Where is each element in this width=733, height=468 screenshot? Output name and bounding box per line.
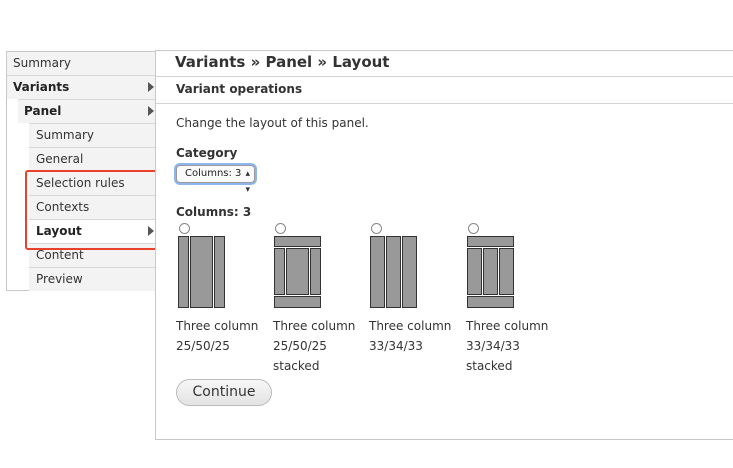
sidebar-item-summary[interactable]: Summary bbox=[7, 52, 156, 75]
layout-radio-25-50-25[interactable] bbox=[179, 223, 190, 234]
sidebar-item-preview[interactable]: Preview bbox=[29, 268, 156, 291]
category-select[interactable]: Columns: 3 ▴ ▾ bbox=[176, 165, 255, 195]
layout-option-label: Three column 33/34/33 bbox=[369, 319, 452, 353]
three-column-25-50-25-stacked-icon[interactable] bbox=[274, 236, 321, 308]
layout-option-label: Three column 25/50/25 stacked bbox=[273, 319, 356, 373]
category-select-value: Columns: 3 bbox=[185, 168, 242, 179]
layout-radio-33-34-33-stacked[interactable] bbox=[468, 223, 479, 234]
layout-radio-33-34-33[interactable] bbox=[371, 223, 382, 234]
sidebar-item-general[interactable]: General bbox=[29, 148, 156, 171]
divider bbox=[156, 76, 733, 77]
layout-option-label: Three column 33/34/33 stacked bbox=[466, 319, 549, 373]
sidebar-item-label: Summary bbox=[13, 56, 71, 70]
continue-button[interactable]: Continue bbox=[176, 379, 272, 406]
sidebar-item-label: General bbox=[36, 152, 84, 166]
highlight-annotation bbox=[25, 170, 163, 250]
page-title: Variants » Panel » Layout bbox=[175, 53, 390, 71]
sidebar-item-panel[interactable]: Panel bbox=[18, 100, 156, 123]
three-column-33-34-33-stacked-icon[interactable] bbox=[467, 236, 514, 308]
divider bbox=[156, 103, 733, 104]
sidebar-item-label: Content bbox=[36, 248, 84, 262]
three-column-25-50-25-icon[interactable] bbox=[178, 236, 225, 308]
sidebar-item-summary-sub[interactable]: Summary bbox=[29, 124, 156, 147]
layout-option-label: Three column 25/50/25 bbox=[176, 319, 259, 353]
chevron-right-icon bbox=[148, 106, 154, 116]
layout-radio-25-50-25-stacked[interactable] bbox=[275, 223, 286, 234]
three-column-33-34-33-icon[interactable] bbox=[370, 236, 417, 308]
sidebar-item-label: Panel bbox=[24, 104, 62, 118]
sidebar-item-label: Variants bbox=[13, 80, 70, 94]
chevron-right-icon bbox=[148, 82, 154, 92]
sidebar-item-label: Preview bbox=[36, 272, 83, 286]
description-text: Change the layout of this panel. bbox=[176, 116, 369, 130]
sidebar-item-variants[interactable]: Variants bbox=[7, 76, 156, 99]
layout-group-label: Columns: 3 bbox=[176, 205, 252, 219]
category-label: Category bbox=[176, 146, 238, 160]
updown-chevron-icon: ▴ ▾ bbox=[245, 169, 250, 195]
section-heading: Variant operations bbox=[176, 82, 303, 96]
sidebar-item-label: Summary bbox=[36, 128, 94, 142]
